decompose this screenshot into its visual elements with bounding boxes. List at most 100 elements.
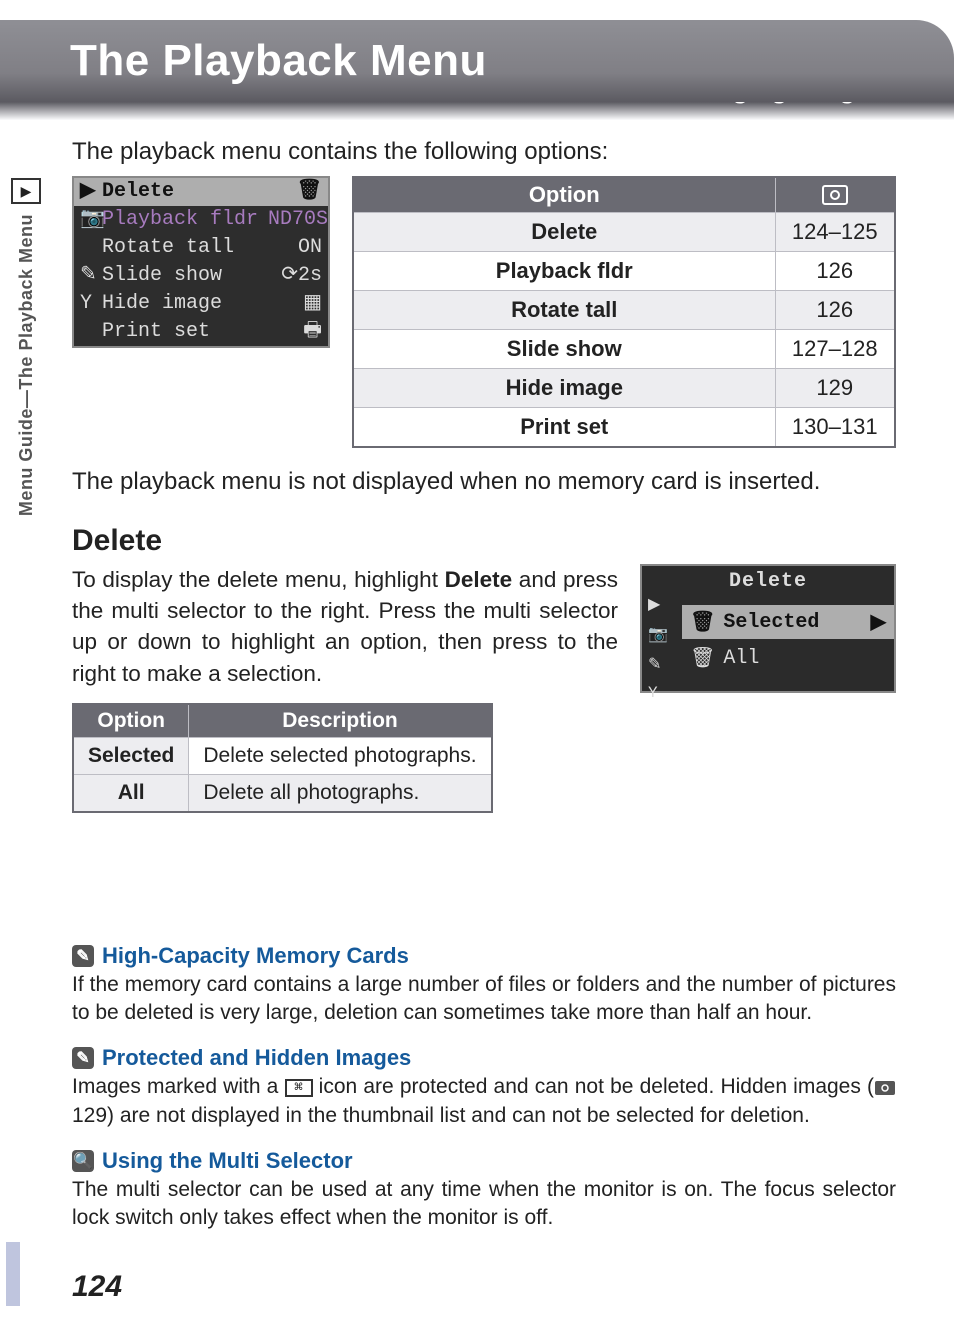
lcd-row-print-set: Print set 🖶: [74, 318, 328, 346]
option-cell: Delete: [353, 213, 775, 252]
tips-area: ✎ High-Capacity Memory Cards If the memo…: [72, 943, 896, 1233]
table-row: Rotate tall126: [353, 291, 895, 330]
menu-and-table-row: ▶ Delete 🗑 📷 Playback fldr ND70S Rotate …: [72, 176, 896, 448]
trash-selected-icon: 🗑: [690, 609, 715, 635]
tip-body: If the memory card contains a large numb…: [72, 971, 896, 1028]
delete-options-table: Option Description Selected Delete selec…: [72, 703, 493, 813]
lcd-label: Delete: [102, 178, 268, 206]
page-title-bar: The Playback Menu: [0, 20, 954, 102]
content-area: The playback menu contains the following…: [72, 138, 896, 1233]
page-ref-icon: [874, 1080, 896, 1096]
lcd-label: Playback fldr: [102, 206, 268, 234]
print-icon: 🖶: [268, 318, 322, 346]
note-icon: ✎: [72, 1047, 94, 1069]
table-row: Selected Delete selected photographs.: [73, 737, 492, 774]
option-cell: Rotate tall: [353, 291, 775, 330]
option-cell: Playback fldr: [353, 252, 775, 291]
delete-table-head-option: Option: [73, 704, 189, 738]
option-cell: Hide image: [353, 369, 775, 408]
table-row: Print set130–131: [353, 408, 895, 448]
tip-head: ✎ High-Capacity Memory Cards: [72, 943, 896, 969]
tip-body-mid: icon are protected and can not be delete…: [313, 1075, 874, 1098]
page-cell: 127–128: [775, 330, 895, 369]
page-cell: 126: [775, 291, 895, 330]
delete-lcd-label: All: [723, 647, 759, 670]
page-cell: 124–125: [775, 213, 895, 252]
tip-title: High-Capacity Memory Cards: [102, 943, 409, 969]
table-row: Delete124–125: [353, 213, 895, 252]
page-cell: 126: [775, 252, 895, 291]
tip-head: 🔍 Using the Multi Selector: [72, 1148, 896, 1174]
delete-lcd-row-all: 🗑 All: [682, 641, 894, 675]
delete-lcd-side-icons: ▶ 📷 ✎ Y: [648, 594, 668, 702]
delete-lcd-title: Delete: [642, 566, 894, 603]
timer-icon: ⟳2s: [268, 262, 322, 290]
setup-icon: Y: [80, 290, 102, 318]
delete-lcd-menu: Delete ▶ 📷 ✎ Y 🗑 Selected ▶ 🗑 All: [640, 564, 896, 693]
trash-icon: 🗑: [268, 178, 322, 206]
tip-multi-selector: 🔍 Using the Multi Selector The multi sel…: [72, 1148, 896, 1233]
table-row: Playback fldr126: [353, 252, 895, 291]
side-tab: ▶ Menu Guide—The Playback Menu: [6, 178, 46, 598]
setup-icon: Y: [648, 684, 668, 702]
magnify-icon: 🔍: [72, 1150, 94, 1172]
tip-body: Images marked with a ⌘ icon are protecte…: [72, 1073, 896, 1130]
delete-heading: Delete: [72, 524, 896, 558]
pencil-icon: ✎: [648, 654, 668, 674]
table-row: Hide image129: [353, 369, 895, 408]
trash-all-icon: 🗑: [690, 645, 715, 671]
side-tab-text: Menu Guide—The Playback Menu: [16, 214, 37, 516]
options-table: Option Delete124–125 Playback fldr126 Ro…: [352, 176, 896, 448]
options-table-head-page-icon: [775, 177, 895, 213]
delete-description-cell: Delete selected photographs.: [189, 737, 492, 774]
grid-icon: ▦: [268, 290, 322, 318]
protect-key-icon: ⌘: [285, 1079, 313, 1097]
lcd-row-playback-fldr: 📷 Playback fldr ND70S: [74, 206, 328, 234]
camera-icon: 📷: [80, 206, 102, 234]
delete-lcd-wrap: Delete ▶ 📷 ✎ Y 🗑 Selected ▶ 🗑 All: [640, 564, 896, 693]
lcd-row-rotate-tall: Rotate tall ON: [74, 234, 328, 262]
delete-body-pre: To display the delete menu, highlight: [72, 567, 445, 592]
delete-description-cell: Delete all photographs.: [189, 774, 492, 812]
note-icon: ✎: [72, 945, 94, 967]
delete-option-cell: Selected: [73, 737, 189, 774]
playback-icon: ▶: [11, 178, 41, 204]
tip-high-capacity: ✎ High-Capacity Memory Cards If the memo…: [72, 943, 896, 1028]
tip-body: The multi selector can be used at any ti…: [72, 1176, 896, 1233]
pencil-icon: ✎: [80, 262, 102, 290]
option-cell: Slide show: [353, 330, 775, 369]
page-title: The Playback Menu: [70, 36, 487, 86]
lcd-label: Rotate tall: [102, 234, 268, 262]
lcd-row-hide-image: Y Hide image ▦: [74, 290, 328, 318]
intro-text: The playback menu contains the following…: [72, 138, 896, 166]
option-cell: Print set: [353, 408, 775, 448]
delete-left: To display the delete menu, highlight De…: [72, 564, 618, 812]
table-row: Slide show127–128: [353, 330, 895, 369]
delete-option-cell: All: [73, 774, 189, 812]
playback-lcd-menu: ▶ Delete 🗑 📷 Playback fldr ND70S Rotate …: [72, 176, 330, 348]
play-icon: ▶: [648, 594, 668, 614]
table-row: All Delete all photographs.: [73, 774, 492, 812]
lcd-value: ND70S: [268, 206, 322, 234]
camera-icon: 📷: [648, 624, 668, 644]
tip-body-pre: Images marked with a: [72, 1075, 285, 1098]
play-icon: ▶: [80, 178, 102, 206]
lcd-value: ON: [268, 234, 322, 262]
lcd-row-slide-show: ✎ Slide show ⟳2s: [74, 262, 328, 290]
lcd-label: Print set: [102, 318, 268, 346]
page-ref-icon: [780, 185, 891, 205]
lcd-label: Slide show: [102, 262, 268, 290]
delete-lcd-label: Selected: [723, 611, 819, 634]
page-cell: 130–131: [775, 408, 895, 448]
menu-note: The playback menu is not displayed when …: [72, 466, 896, 498]
delete-row: To display the delete menu, highlight De…: [72, 564, 896, 812]
tip-body-ref: 129) are not displayed in the thumbnail …: [72, 1104, 810, 1127]
page-accent-bar: [6, 1242, 20, 1306]
tip-title: Using the Multi Selector: [102, 1148, 353, 1174]
page-cell: 129: [775, 369, 895, 408]
tip-protected-hidden: ✎ Protected and Hidden Images Images mar…: [72, 1045, 896, 1130]
delete-body: To display the delete menu, highlight De…: [72, 564, 618, 688]
lcd-row-delete: ▶ Delete 🗑: [74, 178, 328, 206]
subtitle-band: Managing Images: [0, 102, 954, 120]
lcd-label: Hide image: [102, 290, 268, 318]
